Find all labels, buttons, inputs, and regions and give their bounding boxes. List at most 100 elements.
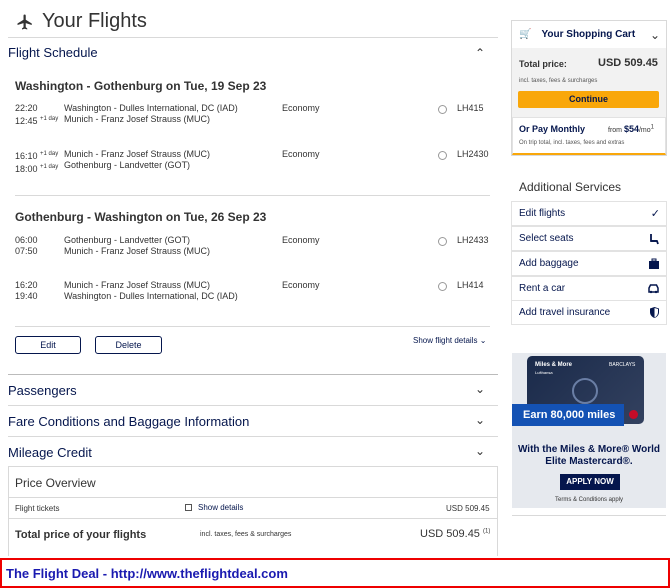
add-baggage-link[interactable]: Add baggage: [511, 251, 667, 276]
flight-number[interactable]: LH2433: [457, 235, 489, 245]
service-label: Add travel insurance: [519, 307, 611, 318]
page-title-text: Your Flights: [42, 10, 147, 32]
ad-headline: With the Miles & More® World Elite Maste…: [517, 444, 661, 467]
cart-icon: 🛒: [519, 29, 532, 40]
flight-number[interactable]: LH2430: [457, 149, 489, 159]
cart-total-value: USD 509.45: [598, 57, 658, 69]
fare-conditions-section[interactable]: Fare Conditions and Baggage Information: [8, 414, 249, 429]
seat-icon: [650, 233, 659, 244]
pay-monthly-label: Or Pay Monthly: [519, 124, 586, 134]
edit-button[interactable]: Edit: [15, 336, 81, 354]
shopping-cart-title: Your Shopping Cart: [541, 29, 636, 40]
clock-icon: [438, 105, 447, 114]
cabin-class: Economy: [282, 149, 320, 159]
show-flight-details-label: Show flight details: [413, 336, 478, 345]
cabin-class: Economy: [282, 280, 320, 290]
outbound-leg2-times: 16:10 +1 day 18:00 +1 day: [15, 149, 58, 175]
total-price-value: USD 509.45 (1): [420, 528, 490, 540]
delete-button[interactable]: Delete: [95, 336, 162, 354]
card-brand-name: Miles & More: [535, 362, 573, 368]
arr-time: 18:00: [15, 164, 38, 174]
add-travel-insurance-link[interactable]: Add travel insurance: [511, 300, 667, 325]
monthly-amount: $54: [623, 124, 639, 134]
service-label: Select seats: [519, 233, 574, 244]
flight-tickets-label: Flight tickets: [15, 504, 60, 513]
rent-a-car-link[interactable]: Rent a car: [511, 276, 667, 301]
monthly-unit: /mo: [638, 127, 651, 134]
page-title: Your Flights: [16, 10, 147, 33]
dep-time: 16:10: [15, 151, 38, 161]
flight-number[interactable]: LH415: [457, 103, 484, 113]
pay-monthly-box[interactable]: [512, 117, 666, 155]
banner-text: The Flight Deal - http://www.theflightde…: [6, 565, 288, 581]
inbound-leg1-times: 06:00 07:50: [15, 235, 38, 257]
dep-time: 22:20: [15, 103, 38, 113]
to-airport: Munich - Franz Josef Strauss (MUC): [64, 114, 211, 124]
select-seats-link[interactable]: Select seats: [511, 226, 667, 251]
apply-now-button[interactable]: APPLY NOW: [560, 474, 620, 490]
dep-time: 06:00: [15, 235, 38, 245]
inbound-leg2-airports: Munich - Franz Josef Strauss (MUC) Washi…: [64, 280, 238, 302]
outbound-leg1-times: 22:20 12:45 +1 day: [15, 103, 58, 127]
monthly-from: from: [608, 127, 622, 134]
clock-icon: [438, 237, 447, 246]
inbound-title: Gothenburg - Washington on Tue, 26 Sep 2…: [15, 210, 267, 224]
arr-time: 07:50: [15, 246, 38, 256]
service-label: Rent a car: [519, 283, 566, 294]
show-flight-details-link[interactable]: Show flight details ⌄: [413, 336, 486, 345]
edit-flights-link[interactable]: Edit flights ✓: [511, 201, 667, 226]
from-airport: Munich - Franz Josef Strauss (MUC): [64, 149, 211, 159]
earn-miles-badge: Earn 80,000 miles: [512, 404, 624, 426]
to-airport: Gothenburg - Landvetter (GOT): [64, 160, 191, 170]
monthly-ref: 1: [650, 124, 654, 131]
flight-number[interactable]: LH414: [457, 280, 484, 290]
outbound-leg1-airports: Washington - Dulles International, DC (I…: [64, 103, 238, 125]
outbound-leg2-airports: Munich - Franz Josef Strauss (MUC) Gothe…: [64, 149, 210, 171]
chevron-down-icon[interactable]: ⌄: [475, 444, 485, 458]
inbound-leg2-times: 16:20 19:40: [15, 280, 38, 302]
bank-logo: BARCLAYS: [609, 362, 636, 368]
outbound-title: Washington - Gothenburg on Tue, 19 Sep 2…: [15, 79, 267, 93]
from-airport: Munich - Franz Josef Strauss (MUC): [64, 280, 211, 290]
inbound-leg1-airports: Gothenburg - Landvetter (GOT) Munich - F…: [64, 235, 210, 257]
footnote-ref: (1): [483, 528, 491, 535]
price-overview-heading: Price Overview: [15, 476, 96, 490]
clock-icon: [438, 282, 447, 291]
card-brand-sub: Lufthansa: [535, 370, 553, 375]
pay-monthly-price: from $54/mo1: [608, 124, 654, 134]
arr-time: 12:45: [15, 116, 38, 126]
airplane-icon: [17, 14, 32, 29]
chevron-down-icon[interactable]: ⌄: [650, 28, 660, 42]
check-icon: ✓: [650, 208, 660, 220]
flight-schedule-heading: Flight Schedule: [8, 45, 98, 60]
service-label: Add baggage: [519, 258, 579, 269]
shield-icon: [650, 307, 659, 318]
mileage-credit-section[interactable]: Mileage Credit: [8, 445, 92, 460]
continue-button[interactable]: Continue: [518, 91, 659, 108]
mastercard-logo: [629, 410, 638, 419]
show-details-label: Show details: [198, 503, 244, 512]
passengers-section[interactable]: Passengers: [8, 383, 77, 398]
from-airport: Washington - Dulles International, DC (I…: [64, 103, 238, 113]
terms-text: Terms & Conditions apply: [554, 497, 624, 503]
chevron-down-icon[interactable]: ⌄: [475, 413, 485, 427]
show-details-link[interactable]: Show details: [185, 503, 243, 512]
total-price-amount: USD 509.45: [420, 528, 480, 540]
flight-deal-banner[interactable]: The Flight Deal - http://www.theflightde…: [0, 558, 670, 588]
clock-icon: [438, 151, 447, 160]
total-price-note: incl. taxes, fees & surcharges: [200, 531, 292, 538]
chevron-down-icon[interactable]: ⌄: [475, 382, 485, 396]
baggage-icon: [649, 258, 659, 269]
service-label: Edit flights: [519, 208, 566, 219]
additional-services-heading: Additional Services: [519, 180, 622, 194]
flight-tickets-value: USD 509.45: [446, 504, 490, 513]
cart-total-label: Total price:: [519, 59, 567, 69]
cart-total-note: incl. taxes, fees & surcharges: [519, 78, 598, 84]
chevron-down-icon: ⌄: [479, 336, 487, 345]
dep-time: 16:20: [15, 280, 38, 290]
pay-monthly-note: On trip total, incl. taxes, fees and ext…: [519, 140, 625, 146]
shopping-cart-header[interactable]: 🛒 Your Shopping Cart: [519, 29, 635, 40]
collapse-schedule-icon[interactable]: ⌃: [475, 46, 485, 60]
copy-icon: [185, 504, 192, 511]
card-brand: Miles & More Lufthansa: [535, 362, 572, 376]
